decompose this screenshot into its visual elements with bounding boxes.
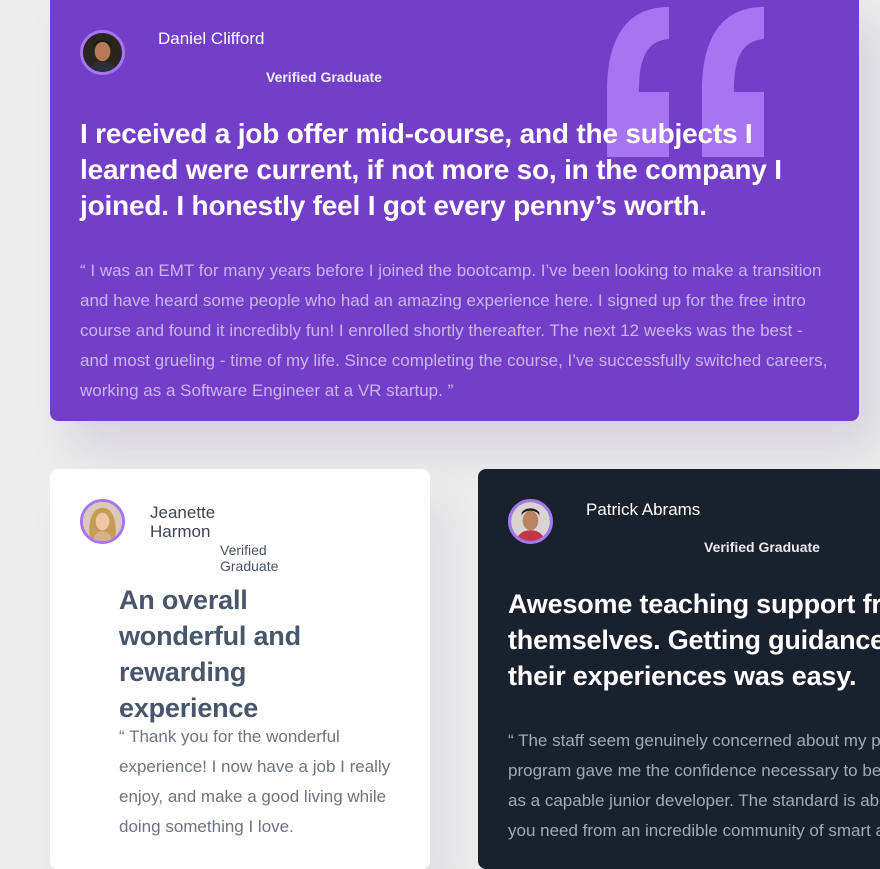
testimonial-card-jeanette: Jeanette Harmon Verified Graduate An ove…	[50, 469, 430, 869]
headline-line: themselves. Getting guidance from them a…	[508, 625, 880, 655]
testimonial-body: “ Thank you for the wonderful experience…	[119, 727, 391, 836]
testimonial-body: “ I was an EMT for many years before I j…	[80, 261, 828, 400]
testimonial-card-daniel: Daniel Clifford Verified Graduate I rece…	[50, 0, 859, 421]
body-line: as a capable junior developer. The stand…	[508, 791, 880, 810]
body-line: program gave me the confidence necessary…	[508, 761, 880, 780]
testimonial-body: “ The staff seem genuinely concerned abo…	[508, 726, 880, 846]
avatar	[80, 30, 125, 75]
headline-line: Awesome teaching support from TAs who di…	[508, 589, 880, 619]
verified-badge: Verified Graduate	[704, 539, 820, 555]
avatar	[80, 499, 125, 544]
testimonial-headline: I received a job offer mid-course, and t…	[80, 118, 782, 221]
testimonial-headline: An overall wonderful and rewarding exper…	[119, 585, 301, 723]
author-name: Patrick Abrams	[586, 500, 701, 519]
headline-line: their experiences was easy.	[508, 661, 857, 691]
avatar	[508, 499, 553, 544]
body-line: “ The staff seem genuinely concerned abo…	[508, 731, 880, 750]
body-line: you need from an incredible community of…	[508, 821, 880, 840]
verified-badge: Verified Graduate	[220, 542, 279, 574]
testimonial-headline: Awesome teaching support from TAs who di…	[508, 586, 880, 694]
author-name: Jeanette Harmon	[150, 503, 216, 541]
testimonial-card-patrick: Patrick Abrams Verified Graduate Awesome…	[478, 469, 880, 869]
verified-badge: Verified Graduate	[266, 69, 382, 85]
author-name: Daniel Clifford	[158, 29, 265, 48]
